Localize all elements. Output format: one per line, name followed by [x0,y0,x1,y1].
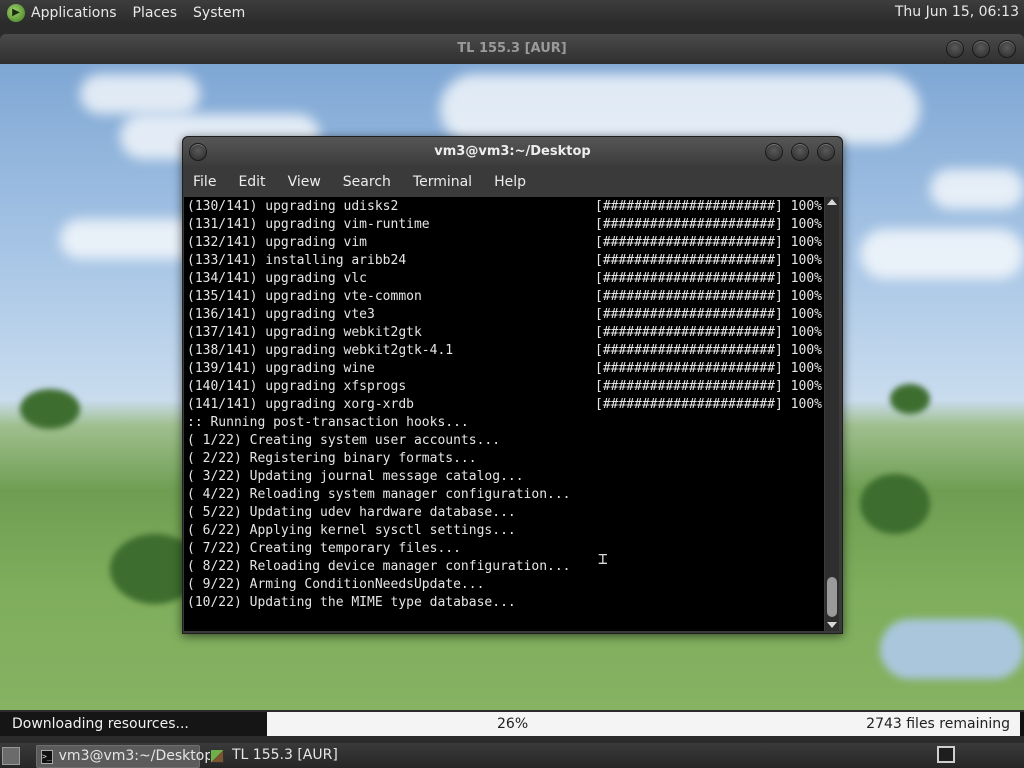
taskbar: >_ vm3@vm3:~/Desktop TL 155.3 [AUR] [0,743,1024,768]
top-panel: ▶ Applications Places System Thu Jun 15,… [0,0,1024,25]
terminal-line: ( 8/22) Reloading device manager configu… [187,559,571,574]
terminal-window: vm3@vm3:~/Desktop File Edit View Search … [182,136,843,634]
terminal-minimize-button[interactable] [765,143,783,161]
taskbar-item-label: vm3@vm3:~/Desktop [58,748,214,764]
close-button[interactable] [998,40,1016,58]
terminal-line: (131/141) upgrading vim-runtime [187,217,430,232]
progress-text: [######################] 100% [595,253,822,268]
terminal-scrollbar[interactable] [825,197,839,631]
terminal-menu-search[interactable]: Search [343,174,391,190]
terminal-menu-help[interactable]: Help [494,174,526,190]
terminal-line: (137/141) upgrading webkit2gtk [187,325,422,340]
terminal-close-button[interactable] [817,143,835,161]
scrollbar-thumb[interactable] [827,577,837,617]
terminal-line: ( 6/22) Applying kernel sysctl settings.… [187,523,516,538]
terminal-line: (138/141) upgrading webkit2gtk-4.1 [187,343,454,358]
minimize-button[interactable] [946,40,964,58]
grass-block-icon [210,748,224,763]
progress-text: [######################] 100% [595,379,822,394]
terminal-line: (136/141) upgrading vte3 [187,307,375,322]
terminal-menu-terminal[interactable]: Terminal [413,174,472,190]
progress-text: [######################] 100% [595,199,822,214]
terminal-maximize-button[interactable] [791,143,809,161]
text-cursor-icon: ⌶ [598,549,608,568]
menu-system[interactable]: System [193,5,245,21]
menu-applications[interactable]: Applications [31,5,117,21]
terminal-menu-button[interactable] [189,143,207,161]
scroll-down-arrow-icon[interactable] [827,622,837,628]
terminal-line: ( 3/22) Updating journal message catalog… [187,469,524,484]
terminal-line: (135/141) upgrading vte-common [187,289,422,304]
progress-text: [######################] 100% [595,397,822,412]
show-desktop-icon[interactable] [2,747,20,765]
download-progress-track: 26% 2743 files remaining [267,712,1020,736]
outer-window-titlebar[interactable]: TL 155.3 [AUR] [0,34,1024,64]
terminal-line: (132/141) upgrading vim [187,235,368,250]
scroll-up-arrow-icon[interactable] [827,199,837,205]
terminal-icon: >_ [41,749,53,764]
terminal-menu-file[interactable]: File [193,174,216,190]
progress-text: [######################] 100% [595,325,822,340]
terminal-line: (139/141) upgrading wine [187,361,375,376]
terminal-line: ( 9/22) Arming ConditionNeedsUpdate... [187,577,485,592]
terminal-titlebar[interactable]: vm3@vm3:~/Desktop [183,137,842,167]
progress-text: [######################] 100% [595,271,822,286]
download-progress-bar: Downloading resources... 26% 2743 files … [0,712,1024,736]
terminal-line: (133/141) installing aribb24 [187,253,407,268]
terminal-line: ( 5/22) Updating udev hardware database.… [187,505,516,520]
taskbar-item-label: TL 155.3 [AUR] [232,747,338,763]
download-status: Downloading resources... [0,712,267,736]
terminal-line: (130/141) upgrading udisks2 [187,199,399,214]
terminal-line: (134/141) upgrading vlc [187,271,368,286]
terminal-line: (10/22) Updating the MIME type database.… [187,595,516,610]
progress-text: [######################] 100% [595,343,822,358]
terminal-line: ( 4/22) Reloading system manager configu… [187,487,571,502]
progress-text: [######################] 100% [595,217,822,232]
progress-text: [######################] 100% [595,289,822,304]
files-remaining: 2743 files remaining [866,716,1010,732]
terminal-line: ( 7/22) Creating temporary files... [187,541,461,556]
maximize-button[interactable] [972,40,990,58]
mate-logo-icon[interactable]: ▶ [7,3,25,22]
clock[interactable]: Thu Jun 15, 06:13 [895,4,1019,20]
terminal-menu-edit[interactable]: Edit [238,174,265,190]
terminal-line: (140/141) upgrading xfsprogs [187,379,407,394]
progress-text: [######################] 100% [595,307,822,322]
terminal-menu-view[interactable]: View [288,174,321,190]
taskbar-item-terminal[interactable]: >_ vm3@vm3:~/Desktop [36,745,213,768]
terminal-line: ( 2/22) Registering binary formats... [187,451,477,466]
terminal-output[interactable]: (130/141) upgrading udisks2 (131/141) up… [184,197,824,631]
progress-text: [######################] 100% [595,361,822,376]
terminal-line: ( 1/22) Creating system user accounts... [187,433,501,448]
download-percent: 26% [497,716,529,732]
progress-text: [######################] 100% [595,235,822,250]
terminal-line: (141/141) upgrading xorg-xrdb [187,397,414,412]
workspace-switcher-icon[interactable] [937,746,955,763]
taskbar-item-tl-launcher[interactable]: TL 155.3 [AUR] [202,745,362,766]
outer-window-title: TL 155.3 [AUR] [457,41,567,56]
terminal-menubar: File Edit View Search Terminal Help [183,167,842,197]
terminal-title: vm3@vm3:~/Desktop [434,144,591,159]
menu-places[interactable]: Places [133,5,178,21]
terminal-line: :: Running post-transaction hooks... [187,415,469,430]
